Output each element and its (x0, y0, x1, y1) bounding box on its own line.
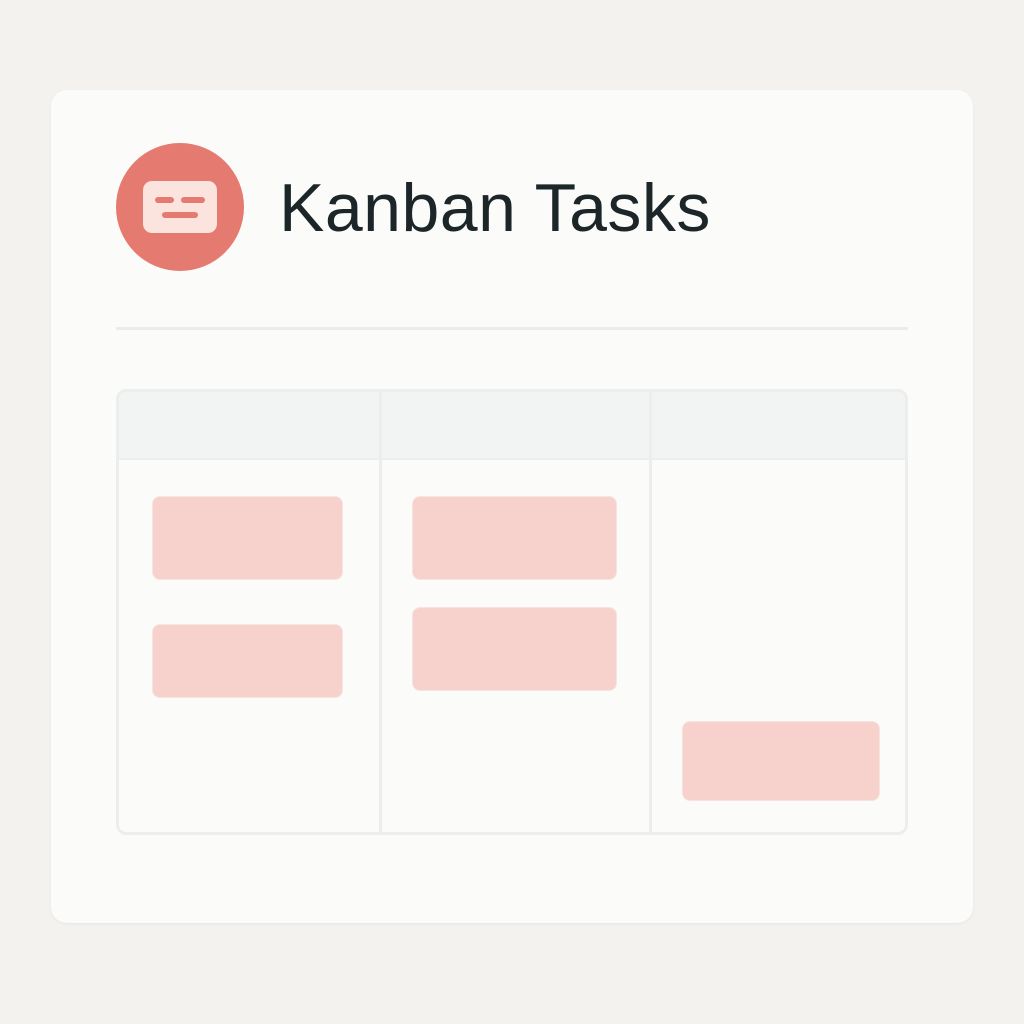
header-divider (116, 327, 908, 330)
task-card[interactable] (413, 608, 616, 690)
task-card[interactable] (153, 497, 342, 579)
task-card[interactable] (413, 497, 616, 579)
kanban-board (116, 389, 908, 835)
app-logo (116, 143, 244, 271)
column-header-2[interactable] (382, 392, 649, 460)
task-card[interactable] (683, 722, 879, 800)
board-column-1 (119, 392, 379, 832)
board-column-3 (649, 392, 905, 832)
board-column-2 (379, 392, 649, 832)
page-title: Kanban Tasks (279, 170, 711, 246)
column-header-3[interactable] (652, 392, 905, 460)
task-card[interactable] (153, 625, 342, 697)
kanban-card-icon (143, 181, 217, 233)
app-window: Kanban Tasks (51, 90, 973, 923)
column-header-1[interactable] (119, 392, 379, 460)
